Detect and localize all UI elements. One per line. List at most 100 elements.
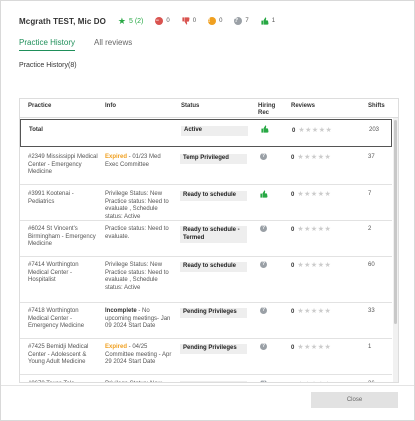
row-shifts: 37 bbox=[368, 154, 375, 160]
minus-circle-icon: − bbox=[155, 17, 164, 25]
row-shifts: 2 bbox=[368, 226, 372, 232]
review-stars: 0★★★★★ bbox=[291, 191, 331, 198]
empty-star-icon: ★ bbox=[324, 226, 331, 233]
exclamation-circle-icon: ! bbox=[208, 17, 217, 25]
info-text: Privilege Status: New Practice status: N… bbox=[105, 191, 169, 220]
empty-star-icon: ★ bbox=[325, 127, 332, 134]
empty-star-icon: ★ bbox=[310, 344, 318, 351]
review-count: 0 bbox=[291, 308, 295, 315]
empty-star-icon: ★ bbox=[317, 191, 324, 198]
table-row[interactable]: #7418 Worthington Medical Center - Emerg… bbox=[20, 303, 392, 339]
table-header: Practice Info Status Hiring Rec Reviews … bbox=[20, 99, 398, 118]
unknown-count: 7 bbox=[245, 18, 249, 24]
table-row[interactable]: #8678 Texas Tele Privilege Status: New Rea… bbox=[20, 376, 392, 383]
empty-star-icon: ★ bbox=[297, 381, 303, 382]
row-practice: #2349 Mississippi Medical Center - Emerg… bbox=[28, 154, 98, 176]
empty-star-icon: ★ bbox=[324, 191, 331, 198]
thumbs-down-count: 0 bbox=[192, 18, 197, 24]
row-info: Expired - 04/25 Committee meeting - Apr … bbox=[105, 344, 175, 367]
table-row[interactable]: #6024 St Vincent's Birmingham - Emergenc… bbox=[20, 221, 392, 257]
empty-star-icon: ★ bbox=[317, 308, 324, 315]
row-shifts: 7 bbox=[368, 191, 372, 197]
review-count: 0 bbox=[291, 154, 295, 161]
close-button[interactable]: Close bbox=[311, 392, 398, 408]
thumbs-down-stat: 0 bbox=[182, 17, 196, 25]
table-row[interactable]: #7425 Bemidji Medical Center - Adolescen… bbox=[20, 339, 392, 375]
row-info: Privilege Status: New Practice status: N… bbox=[105, 262, 175, 292]
row-info: Practice status: Need to evaluate. bbox=[105, 226, 175, 241]
empty-star-icon: ★ bbox=[304, 226, 311, 233]
row-shifts: 1 bbox=[368, 344, 372, 350]
empty-star-icon: ★ bbox=[304, 154, 311, 161]
warning-stat: ! 0 bbox=[208, 17, 222, 25]
info-text: Privilege Status: New Practice status: N… bbox=[105, 262, 169, 291]
review-count: 0 bbox=[291, 382, 294, 383]
empty-star-icon: ★ bbox=[311, 381, 317, 382]
review-count: 0 bbox=[291, 226, 295, 233]
question-circle-icon: ? bbox=[260, 380, 267, 382]
review-count: 0 bbox=[291, 191, 295, 198]
review-stars: 0★★★★★ bbox=[291, 154, 331, 161]
empty-star-icon: ★ bbox=[310, 154, 318, 161]
thumbs-up-icon bbox=[261, 17, 269, 25]
row-info: Privilege Status: New bbox=[105, 381, 175, 382]
column-header-reviews: Reviews bbox=[291, 103, 316, 109]
review-stars: 0★★★★★ bbox=[291, 344, 331, 351]
empty-star-icon: ★ bbox=[317, 226, 324, 233]
empty-star-icon: ★ bbox=[297, 154, 304, 161]
row-practice: #8678 Texas Tele bbox=[28, 381, 98, 382]
info-status-label: Expired bbox=[105, 344, 128, 350]
column-header-shifts: Shifts bbox=[368, 103, 385, 109]
thumbs-up-icon bbox=[260, 190, 268, 200]
empty-star-icon: ★ bbox=[297, 262, 304, 269]
empty-star-icon: ★ bbox=[297, 191, 304, 198]
info-status-label: Expired bbox=[105, 154, 128, 160]
star-icon: ★ bbox=[117, 15, 126, 26]
empty-star-icon: ★ bbox=[310, 226, 318, 233]
row-practice: #3991 Kootenai - Pediatrics bbox=[28, 191, 74, 205]
review-count: 0 bbox=[291, 262, 295, 269]
question-circle-icon: ? bbox=[260, 153, 267, 160]
scrollbar-thumb[interactable] bbox=[394, 120, 397, 324]
row-info: Incomplete - No upcoming meetings- Jan 0… bbox=[105, 308, 175, 331]
status-badge: Ready to schedule - Termed bbox=[180, 226, 247, 244]
review-stars: 0★★★★★ bbox=[291, 262, 331, 269]
practice-history-modal: Mcgrath TEST, Mic DO ★ 5 (2) − 0 0 ! 0 ?… bbox=[0, 0, 415, 421]
tab-practice-history[interactable]: Practice History bbox=[19, 38, 76, 51]
status-badge: Ready to schedule bbox=[180, 262, 247, 272]
empty-star-icon: ★ bbox=[324, 381, 330, 382]
row-practice: #7425 Bemidji Medical Center - Adolescen… bbox=[28, 344, 89, 366]
empty-star-icon: ★ bbox=[318, 381, 324, 382]
tab-bar: Practice History All reviews bbox=[19, 38, 151, 51]
empty-star-icon: ★ bbox=[317, 344, 324, 351]
table-row[interactable]: #3991 Kootenai - Pediatrics Privilege Sta… bbox=[20, 186, 392, 221]
status-badge: Pending Privileges bbox=[180, 308, 247, 318]
empty-star-icon: ★ bbox=[311, 127, 319, 134]
column-header-practice: Practice bbox=[28, 103, 52, 109]
empty-star-icon: ★ bbox=[310, 308, 318, 315]
empty-star-icon: ★ bbox=[324, 154, 331, 161]
empty-star-icon: ★ bbox=[304, 191, 311, 198]
thumbs-up-count: 1 bbox=[271, 18, 276, 24]
rating-stat: ★ 5 (2) bbox=[117, 15, 143, 26]
thumbs-up-stat: 1 bbox=[261, 17, 275, 25]
review-stars: 0★★★★★ bbox=[291, 308, 331, 315]
provider-header: Mcgrath TEST, Mic DO ★ 5 (2) − 0 0 ! 0 ?… bbox=[19, 14, 287, 28]
column-header-status: Status bbox=[181, 103, 200, 109]
table-scrollbar[interactable] bbox=[393, 118, 398, 382]
info-text: Privilege Status: New bbox=[105, 381, 162, 382]
unknown-stat: ? 7 bbox=[234, 17, 249, 25]
row-info: Expired - 01/23 Med Exec Committee bbox=[105, 154, 175, 169]
empty-star-icon: ★ bbox=[318, 127, 325, 134]
table-row[interactable]: #7414 Worthington Medical Center - Hospi… bbox=[20, 257, 392, 303]
row-practice: #7414 Worthington Medical Center - Hospi… bbox=[28, 262, 79, 284]
info-text: Practice status: Need to evaluate. bbox=[105, 226, 169, 240]
table-row[interactable]: #2349 Mississippi Medical Center - Emerg… bbox=[20, 149, 392, 185]
status-badge: Ready to schedule bbox=[180, 381, 247, 382]
question-circle-icon: ? bbox=[260, 343, 267, 350]
status-badge: Active bbox=[181, 126, 248, 136]
empty-star-icon: ★ bbox=[298, 127, 305, 134]
row-practice: Total bbox=[29, 127, 43, 133]
tab-all-reviews[interactable]: All reviews bbox=[94, 38, 132, 51]
row-shifts: 36 bbox=[368, 381, 375, 382]
